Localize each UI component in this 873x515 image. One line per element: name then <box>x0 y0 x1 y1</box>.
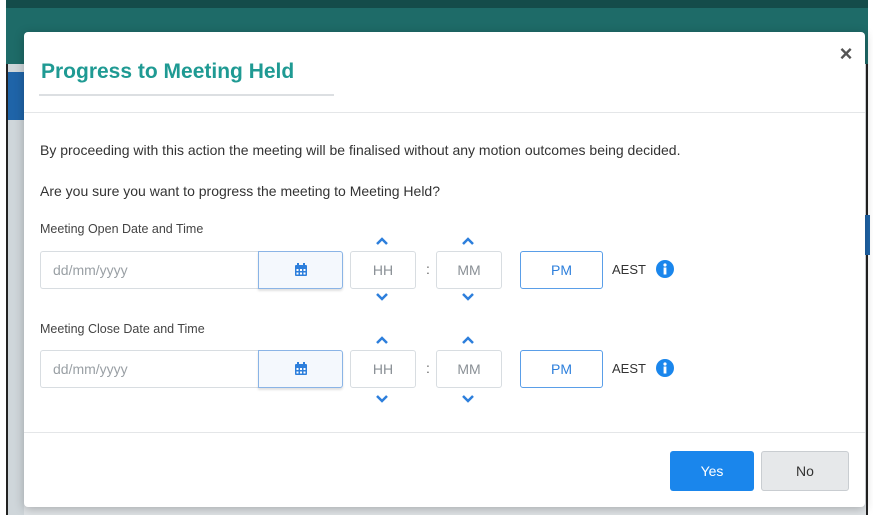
close-timezone-label: AEST <box>612 361 646 376</box>
open-date-input[interactable] <box>40 251 258 289</box>
close-ampm-toggle[interactable]: PM <box>520 350 603 388</box>
background-sidebar <box>8 64 24 515</box>
warning-message: By proceeding with this action the meeti… <box>40 142 681 158</box>
open-minute-down-chevron-icon[interactable] <box>460 291 476 303</box>
background-sidebar-tab <box>8 72 24 120</box>
close-hour-down-chevron-icon[interactable] <box>374 393 390 405</box>
open-timezone-label: AEST <box>612 262 646 277</box>
open-datetime-label: Meeting Open Date and Time <box>40 222 204 236</box>
open-minute-up-chevron-icon[interactable] <box>460 235 476 247</box>
calendar-icon <box>294 362 307 375</box>
no-button[interactable]: No <box>761 451 849 491</box>
close-minute-input[interactable]: MM <box>436 350 502 388</box>
open-info-icon[interactable] <box>656 260 674 278</box>
close-info-icon[interactable] <box>656 359 674 377</box>
open-time-separator: : <box>426 261 430 277</box>
open-hour-input[interactable]: HH <box>350 251 416 289</box>
progress-meeting-dialog: Progress to Meeting Held × By proceeding… <box>24 32 865 507</box>
yes-button[interactable]: Yes <box>670 451 754 491</box>
open-hour-down-chevron-icon[interactable] <box>374 291 390 303</box>
calendar-icon <box>294 263 307 276</box>
close-date-calendar-button[interactable] <box>258 350 343 388</box>
close-hour-up-chevron-icon[interactable] <box>374 334 390 346</box>
close-datetime-label: Meeting Close Date and Time <box>40 322 205 336</box>
open-minute-input[interactable]: MM <box>436 251 502 289</box>
close-icon[interactable]: × <box>836 42 856 66</box>
background-header-strip <box>6 0 868 8</box>
dialog-title: Progress to Meeting Held <box>41 60 295 83</box>
title-underline <box>39 94 334 96</box>
open-date-calendar-button[interactable] <box>258 251 343 289</box>
close-minute-up-chevron-icon[interactable] <box>460 334 476 346</box>
close-date-input[interactable] <box>40 350 258 388</box>
header-divider <box>24 112 865 113</box>
open-hour-up-chevron-icon[interactable] <box>374 235 390 247</box>
close-minute-down-chevron-icon[interactable] <box>460 393 476 405</box>
footer-divider <box>24 432 865 433</box>
confirm-question: Are you sure you want to progress the me… <box>40 183 440 199</box>
close-time-separator: : <box>426 360 430 376</box>
close-hour-input[interactable]: HH <box>350 350 416 388</box>
open-ampm-toggle[interactable]: PM <box>520 251 603 289</box>
